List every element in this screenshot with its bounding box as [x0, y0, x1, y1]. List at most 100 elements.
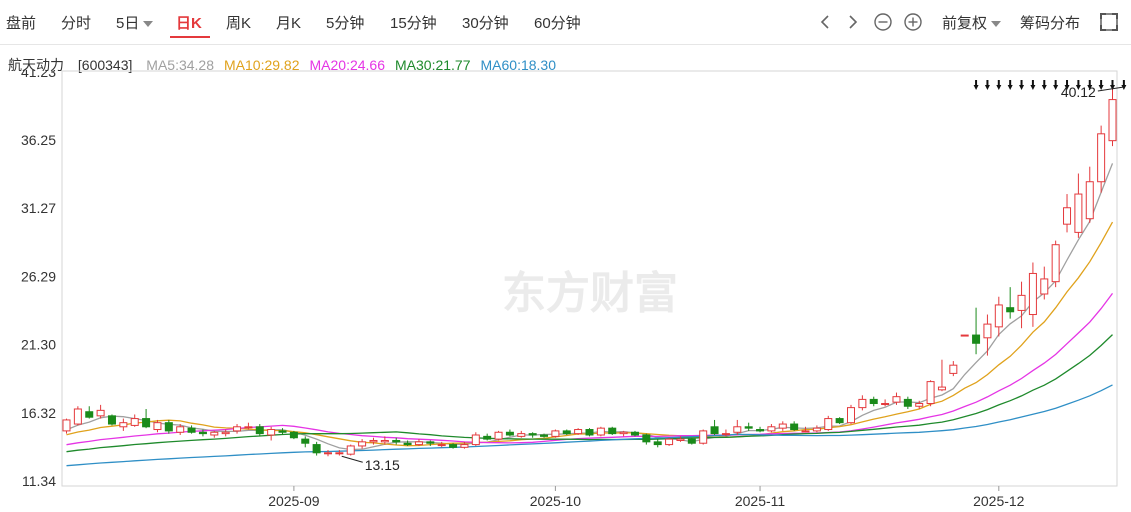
chip-distribution-button[interactable]: 筹码分布	[1020, 12, 1080, 33]
candle-body	[562, 430, 571, 435]
adjust-dropdown[interactable]: 前复权	[942, 12, 1002, 33]
candle-body	[710, 426, 719, 435]
tab-6[interactable]: 5分钟	[326, 12, 364, 33]
candle-body	[892, 396, 901, 403]
limit-up-marker	[1007, 80, 1013, 90]
candle-body	[142, 418, 151, 428]
candle-body	[73, 408, 82, 425]
candle-body	[324, 452, 332, 455]
candle-body	[198, 431, 207, 435]
candle-body	[1028, 272, 1037, 316]
candle-body	[937, 386, 946, 391]
candle-body	[926, 381, 935, 405]
candle-body	[289, 431, 298, 439]
candle-body	[812, 427, 821, 432]
chevron-left-icon[interactable]	[814, 11, 836, 33]
candle-body	[176, 426, 185, 433]
y-tick-label: 11.34	[22, 473, 56, 489]
candle-body	[585, 429, 594, 436]
candle-body	[653, 441, 662, 446]
limit-up-marker	[1121, 80, 1127, 90]
tab-9[interactable]: 60分钟	[534, 12, 581, 33]
y-tick-label: 26.29	[21, 268, 56, 284]
max-price-label: 40.12	[1061, 84, 1096, 100]
candle-body	[858, 398, 867, 409]
chevron-down-icon	[991, 21, 1002, 28]
candle-body	[358, 441, 367, 447]
y-tick-label: 21.30	[21, 337, 56, 353]
annotation-leader	[341, 455, 363, 463]
x-tick-label: 2025-10	[530, 493, 582, 509]
candle-body	[903, 398, 912, 407]
candle-body	[96, 409, 105, 417]
tab-7[interactable]: 15分钟	[390, 12, 437, 33]
candle-body	[960, 334, 969, 337]
zoom-in-icon[interactable]	[902, 11, 924, 33]
candle-body	[494, 431, 503, 440]
candle-body	[847, 407, 855, 424]
candle-body	[972, 334, 981, 344]
candle-body	[460, 444, 469, 448]
y-tick-label: 36.25	[21, 132, 56, 148]
candle-body	[756, 429, 765, 432]
candle-body	[1006, 307, 1015, 313]
ma60-line	[66, 384, 1113, 467]
fullscreen-icon[interactable]	[1098, 11, 1120, 33]
candle-body	[540, 434, 549, 437]
chart-toolbar: 盘前 分时 5日 日K 周K 月K 5分钟 15分钟 30分钟 60分钟 前复权 筹码分布	[0, 0, 1131, 45]
tab-4[interactable]: 周K	[226, 12, 251, 33]
candle-body	[369, 439, 378, 443]
candle-body	[824, 418, 833, 431]
candle-body	[335, 452, 344, 455]
candle-body	[881, 403, 890, 406]
y-tick-label: 16.32	[21, 405, 56, 421]
tab-3[interactable]: 日K	[176, 12, 202, 33]
candle-body	[1063, 207, 1072, 225]
candle-body	[699, 430, 708, 444]
tab-5[interactable]: 月K	[276, 12, 301, 33]
tab-1[interactable]: 分时	[61, 12, 91, 33]
candle-body	[1051, 244, 1060, 283]
candle-body	[778, 423, 787, 429]
tab-0[interactable]: 盘前	[6, 12, 36, 33]
tab-2[interactable]: 5日	[116, 12, 154, 33]
candle-body	[687, 438, 696, 444]
candle-body	[596, 427, 605, 436]
tab-8[interactable]: 30分钟	[462, 12, 509, 33]
candle-body	[380, 439, 389, 443]
limit-up-marker	[1041, 80, 1047, 90]
limit-up-marker	[1053, 80, 1059, 90]
zoom-out-icon[interactable]	[872, 11, 894, 33]
candle-body	[915, 403, 924, 407]
x-tick-label: 2025-12	[973, 493, 1025, 509]
limit-up-marker	[984, 80, 990, 90]
candle-body	[1074, 193, 1083, 233]
candle-body	[107, 415, 116, 425]
candle-body	[1108, 99, 1117, 142]
candle-body	[744, 426, 753, 429]
candle-body	[130, 418, 139, 426]
candle-body	[414, 441, 423, 446]
candle-body	[676, 438, 685, 441]
candle-body	[483, 435, 492, 440]
candle-body	[551, 430, 560, 437]
candle-body	[517, 433, 526, 437]
candle-body	[608, 427, 617, 435]
chevron-down-icon	[143, 21, 154, 28]
chevron-right-icon[interactable]	[842, 11, 864, 33]
y-tick-label: 41.23	[21, 70, 56, 80]
limit-up-marker	[1019, 80, 1025, 90]
candle-body	[801, 430, 810, 433]
candle-body	[153, 422, 162, 431]
candle-body	[733, 426, 742, 433]
candle-body	[233, 426, 242, 432]
adjust-label: 前复权	[942, 15, 988, 32]
candle-body	[449, 444, 458, 448]
candle-body	[721, 433, 730, 436]
limit-up-marker	[1098, 80, 1104, 90]
candle-body	[403, 442, 412, 446]
candle-body	[1017, 294, 1026, 311]
candle-body	[85, 411, 94, 418]
candle-body	[437, 444, 446, 447]
candlestick-chart[interactable]: 东方财富 41.23 36.25 31.27 26.29 21.30 16.32 11.34 2…	[0, 70, 1131, 512]
